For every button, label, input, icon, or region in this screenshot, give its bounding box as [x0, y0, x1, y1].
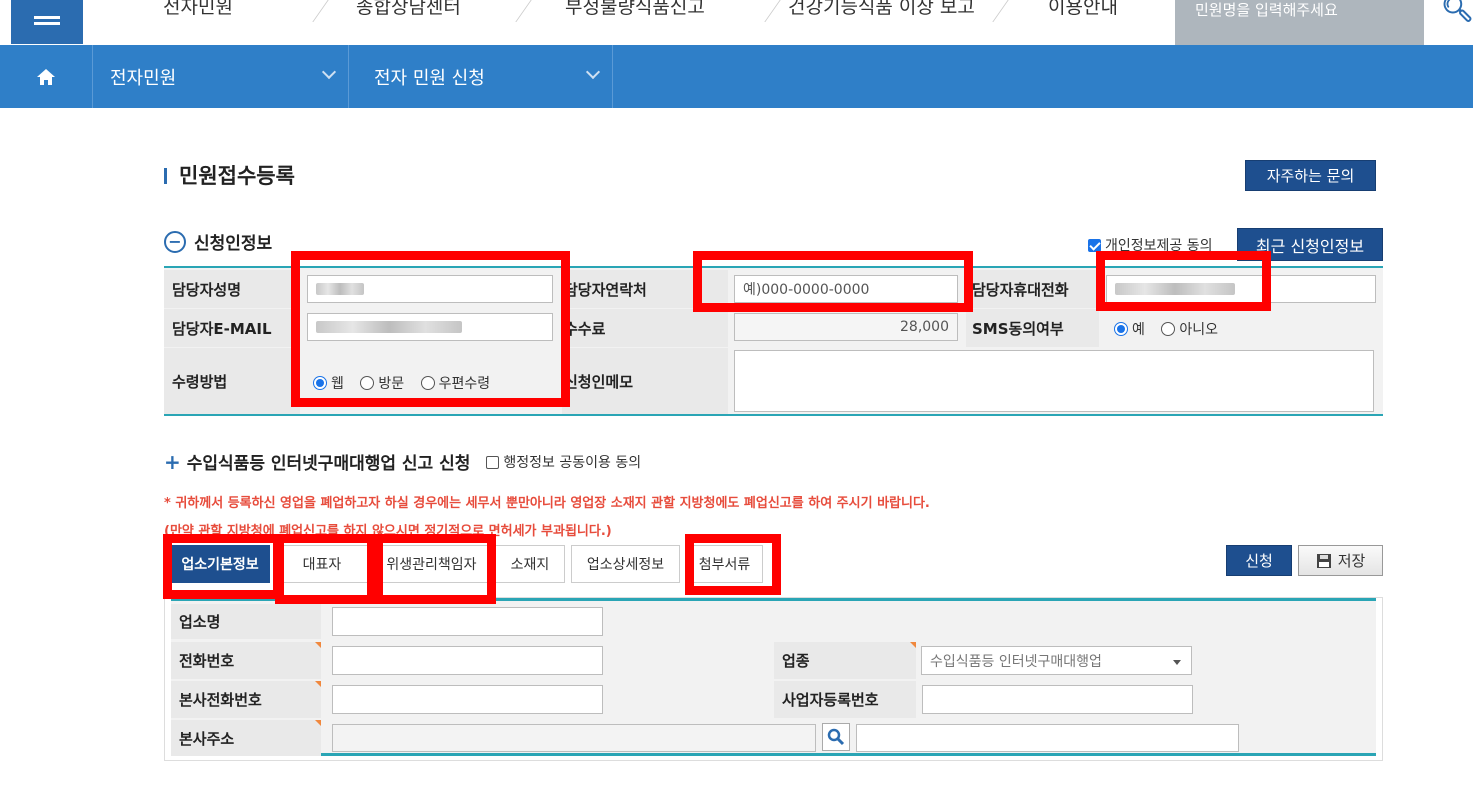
sms-no-label: 아니오 — [1179, 322, 1218, 338]
industry-select[interactable]: 수입식품등 인터넷구매대행업 — [921, 646, 1192, 675]
label-name: 담당자성명 — [164, 270, 300, 308]
topnav-item[interactable]: 건강기능식품 이상 보고 — [788, 0, 975, 20]
chevron-down-icon — [585, 64, 601, 80]
business-info-table: 업소명 전화번호 업종 수입식품등 인터넷구매대행업 본사전화번호 사업자등록번… — [164, 597, 1383, 761]
required-marker — [315, 681, 321, 687]
apply-button[interactable]: 신청 — [1226, 545, 1292, 576]
label-receive: 수령방법 — [164, 348, 300, 414]
biz-name-field[interactable] — [332, 607, 603, 636]
report-section-title: + 수입식품등 인터넷구매대행업 신고 신청 행정정보 공동이용 동의 — [164, 449, 641, 475]
highlight-box — [275, 534, 376, 604]
label-memo: 신청인메모 — [562, 348, 728, 414]
breadcrumb-level2-label: 전자 민원 신청 — [374, 67, 485, 89]
required-marker — [315, 642, 321, 648]
top-bar: 전자민원 종합상담센터 부정불량식품신고 건강기능식품 이상 보고 이용안내 민… — [0, 0, 1473, 45]
search-icon[interactable]: 🔍︎ — [1441, 0, 1473, 24]
memo-textarea[interactable] — [734, 350, 1374, 412]
required-marker — [910, 642, 916, 648]
applicant-section-title: − 신청인정보 — [164, 229, 272, 254]
label-biz-reg-no: 사업자등록번호 — [774, 681, 916, 718]
topnav-item[interactable]: 종합상담센터 — [356, 0, 461, 20]
topnav-item[interactable]: 부정불량식품신고 — [565, 0, 705, 20]
save-button-label: 저장 — [1337, 552, 1366, 570]
save-button[interactable]: 저장 — [1298, 545, 1383, 576]
address-search-button[interactable] — [822, 723, 850, 751]
label-sms: SMS동의여부 — [966, 309, 1099, 347]
industry-select-value: 수입식품등 인터넷구매대행업 — [930, 653, 1102, 670]
highlight-box — [374, 534, 496, 604]
topnav-item[interactable]: 이용안내 — [1048, 0, 1118, 20]
search-icon — [827, 728, 845, 746]
hq-address-detail-field[interactable] — [856, 724, 1239, 752]
home-button[interactable] — [0, 45, 93, 108]
warning-text: * 귀하께서 등록하신 영업을 폐업하고자 하실 경우에는 세무서 뿐만아니라 … — [164, 496, 930, 511]
sms-no-radio[interactable] — [1161, 322, 1176, 336]
search-input[interactable]: 민원명을 입력해주세요 — [1175, 0, 1424, 45]
highlight-box — [685, 534, 781, 595]
plus-icon: + — [164, 449, 181, 474]
faq-button[interactable]: 자주하는 문의 — [1245, 160, 1376, 191]
label-email: 담당자E-MAIL — [164, 309, 300, 347]
floppy-disk-icon — [1316, 553, 1331, 568]
highlight-box — [1096, 251, 1271, 311]
label-hq-address: 본사주소 — [171, 720, 321, 756]
hq-address-field[interactable] — [332, 724, 816, 752]
chevron-down-icon — [321, 64, 337, 80]
collapse-icon[interactable]: − — [164, 230, 186, 253]
page-title-text: 민원접수등록 — [179, 164, 295, 188]
home-icon — [37, 68, 55, 85]
tab-detail-info[interactable]: 업소상세정보 — [571, 545, 680, 583]
sms-yes-radio[interactable] — [1114, 322, 1128, 336]
label-fee: 수수료 — [562, 309, 728, 347]
hamburger-icon — [34, 13, 60, 31]
breadcrumb-level1[interactable]: 전자민원 — [93, 45, 349, 108]
biz-reg-no-field[interactable] — [922, 685, 1193, 714]
admin-consent-checkbox[interactable] — [486, 455, 500, 469]
sms-yes-label: 예 — [1132, 322, 1145, 338]
breadcrumb-level2[interactable]: 전자 민원 신청 — [349, 45, 613, 108]
dropdown-arrow-icon — [1173, 660, 1181, 665]
label-mobile: 담당자휴대전화 — [966, 270, 1099, 308]
applicant-section-label: 신청인정보 — [194, 234, 273, 254]
page-title: 민원접수등록 — [164, 160, 295, 190]
label-phone: 전화번호 — [171, 642, 321, 679]
label-hq-phone: 본사전화번호 — [171, 681, 321, 718]
breadcrumb-level1-label: 전자민원 — [110, 67, 177, 89]
highlight-box — [291, 251, 570, 407]
topnav-item[interactable]: 전자민원 — [163, 0, 233, 20]
label-industry: 업종 — [774, 642, 916, 679]
highlight-box — [693, 251, 973, 312]
sms-radio-group: 예 아니오 — [1114, 319, 1230, 339]
hq-phone-field[interactable] — [332, 685, 603, 714]
phone-field[interactable] — [332, 646, 603, 675]
required-marker — [315, 720, 321, 726]
tab-location[interactable]: 소재지 — [495, 545, 565, 583]
admin-consent[interactable]: 행정정보 공동이용 동의 — [486, 452, 641, 472]
fee-field: 28,000 — [734, 313, 958, 341]
hamburger-menu-button[interactable] — [11, 0, 83, 44]
highlight-box — [163, 534, 282, 599]
label-biz-name: 업소명 — [171, 604, 321, 639]
admin-consent-label: 행정정보 공동이용 동의 — [503, 454, 642, 471]
report-title-text: 수입식품등 인터넷구매대행업 신고 신청 — [186, 454, 471, 474]
